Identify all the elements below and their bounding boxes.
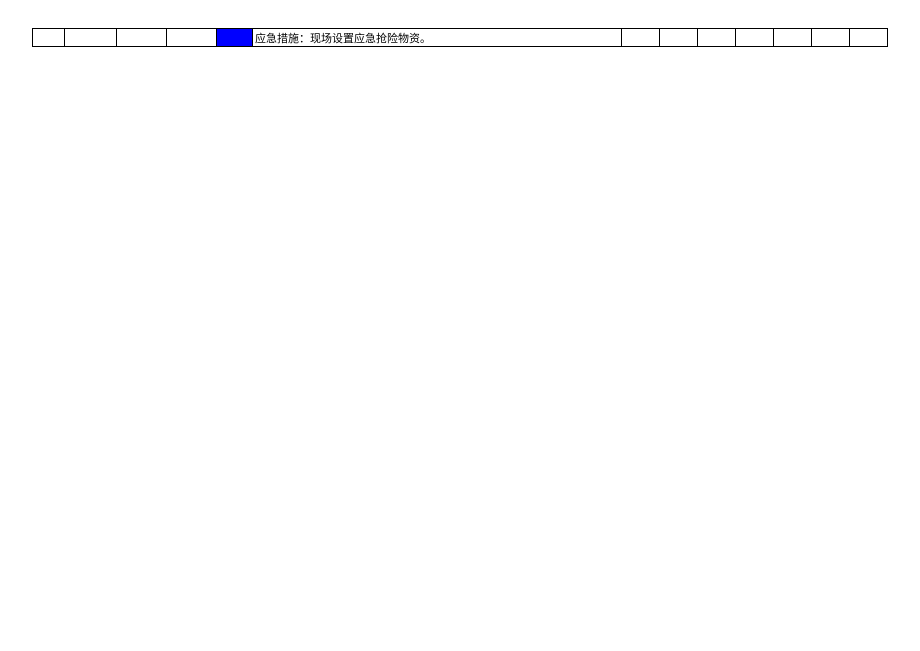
document-table-container: 应急措施：现场设置应急抢险物资。	[32, 28, 888, 47]
cell-blue-marker	[217, 29, 253, 47]
cell-2	[65, 29, 117, 47]
cell-10	[736, 29, 774, 47]
cell-13	[850, 29, 888, 47]
cell-4	[167, 29, 217, 47]
cell-9	[698, 29, 736, 47]
cell-3	[117, 29, 167, 47]
cell-1	[33, 29, 65, 47]
data-table: 应急措施：现场设置应急抢险物资。	[32, 28, 888, 47]
cell-emergency-measures: 应急措施：现场设置应急抢险物资。	[253, 29, 622, 47]
cell-12	[812, 29, 850, 47]
cell-11	[774, 29, 812, 47]
cell-7	[622, 29, 660, 47]
table-row: 应急措施：现场设置应急抢险物资。	[33, 29, 888, 47]
cell-8	[660, 29, 698, 47]
